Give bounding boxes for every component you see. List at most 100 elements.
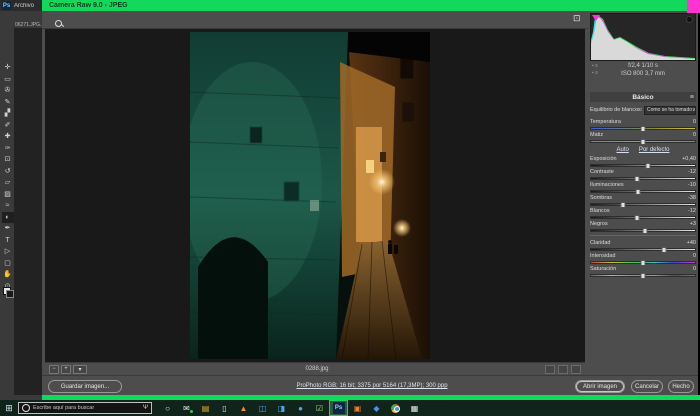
default-link[interactable]: Por defecto (639, 147, 670, 153)
done-button[interactable]: Hecho (668, 380, 694, 393)
recording-marker (687, 0, 700, 13)
eraser-tool[interactable]: ▱ (2, 177, 14, 189)
slider-track[interactable] (590, 274, 696, 277)
cortana-circle-icon (22, 404, 30, 412)
taskbar-explorer-icon[interactable]: ▤ (196, 400, 215, 416)
fullscreen-toggle-icon[interactable]: ⊡ (573, 13, 581, 24)
save-image-button[interactable]: Guardar imagen... (48, 380, 122, 393)
cancel-button[interactable]: Cancelar (631, 380, 663, 393)
background-color-swatch[interactable] (6, 290, 14, 298)
zoom-in-button[interactable]: + (61, 365, 71, 374)
view-settings-icon[interactable] (571, 365, 581, 374)
slider-knob[interactable] (641, 273, 646, 279)
photo-preview[interactable] (190, 32, 430, 359)
hand-tool[interactable]: ✋ (2, 269, 14, 281)
notification-badge (190, 410, 193, 413)
slider-row: Saturación0 (590, 265, 696, 278)
shape-tool[interactable]: ▢ (2, 258, 14, 270)
slider-knob[interactable] (643, 228, 648, 234)
taskbar-app-blue2-icon[interactable]: ◨ (272, 400, 291, 416)
quick-selection-tool[interactable]: ✎ (2, 97, 14, 109)
auto-link[interactable]: Auto (616, 147, 628, 153)
photoshop-tile-icon: Ps (333, 402, 345, 414)
healing-brush-tool[interactable]: ✚ (2, 131, 14, 143)
exif-aperture-shutter: f/2,4 1/10 s (590, 62, 696, 70)
open-image-button[interactable]: Abrir imagen (575, 380, 625, 393)
slider-row: Iluminaciones-10 (590, 181, 696, 194)
chrome-logo-icon (391, 404, 400, 413)
taskbar-chrome-icon[interactable] (386, 400, 405, 416)
zoom-out-button[interactable]: − (49, 365, 59, 374)
slider-track[interactable] (590, 229, 696, 232)
exif-info: f/2,4 1/10 s ISO 800 3,7 mm (590, 62, 696, 79)
gradient-tool[interactable]: ▨ (2, 189, 14, 201)
slider-track[interactable] (590, 216, 696, 219)
taskbar-app-blue1-icon[interactable]: ◫ (253, 400, 272, 416)
slider-row: Temperatura0 (590, 118, 696, 131)
slider-row: Exposición+0,40 (590, 155, 696, 168)
swap-views-icon[interactable] (558, 365, 568, 374)
system-tray (660, 400, 696, 416)
slider-track[interactable] (590, 177, 696, 180)
slider-track[interactable] (590, 261, 696, 264)
slider-track[interactable] (590, 248, 696, 251)
taskbar-cortana-icon[interactable]: ○ (158, 400, 177, 416)
start-button[interactable]: ⊞ (0, 400, 18, 416)
marquee-tool[interactable]: ▭ (2, 74, 14, 86)
white-balance-value: Como se ha tomado (647, 107, 692, 113)
filename-label: 0288.jpg (89, 366, 545, 372)
taskbar-todo-icon[interactable]: ☑ (310, 400, 329, 416)
taskbar-vlc-icon[interactable]: ▲ (234, 400, 253, 416)
before-after-view-icon[interactable] (545, 365, 555, 374)
mic-icon[interactable]: Ψ (143, 405, 148, 411)
type-tool[interactable]: T (2, 235, 14, 247)
photoshop-canvas (14, 28, 42, 395)
panel-divider (590, 235, 696, 236)
slider-track[interactable] (590, 164, 696, 167)
taskbar-photoshop-icon[interactable]: Ps (329, 400, 348, 416)
slider-row: Matiz0 (590, 131, 696, 144)
eyedropper-tool[interactable]: ✐ (2, 120, 14, 132)
blur-tool[interactable]: ≈ (2, 200, 14, 212)
histogram[interactable] (590, 13, 696, 61)
color-swatches[interactable] (3, 287, 13, 297)
taskbar-app-orange-icon[interactable]: ▣ (348, 400, 367, 416)
camera-raw-titlebar[interactable]: Camera Raw 9.0 - JPEG (42, 0, 700, 11)
taskbar-mail-icon[interactable]: ✉ (177, 400, 196, 416)
slider-track[interactable] (590, 203, 696, 206)
menu-archivo[interactable]: Archivo (14, 3, 34, 9)
clone-stamp-tool[interactable]: ⊡ (2, 154, 14, 166)
lasso-tool[interactable]: ✇ (2, 85, 14, 97)
shadow-clipping-indicator[interactable] (592, 15, 600, 21)
slider-row: Blancos-12 (590, 207, 696, 220)
taskbar-edge-icon[interactable]: ● (291, 400, 310, 416)
panel-menu-icon[interactable]: ≡ (690, 94, 694, 101)
photoshop-toolbar: ✛▭✇✎▞✐✚✑⊡↺▱▨≈◐✒T▷▢✋⊙ (1, 62, 14, 292)
slider-row: Sombras-38 (590, 194, 696, 207)
zoom-level-select[interactable]: ▾ (73, 365, 87, 374)
viewer-status-bar: − + ▾ 0288.jpg (45, 362, 585, 375)
dialog-footer: Guardar imagen... ProPhoto RGB; 16 bit; … (42, 375, 698, 396)
pen-tool[interactable]: ✒ (2, 223, 14, 235)
history-brush-tool[interactable]: ↺ (2, 166, 14, 178)
taskbar-search[interactable]: Escribe aquí para buscar Ψ (18, 402, 152, 414)
taskbar-notepad-icon[interactable]: ▯ (215, 400, 234, 416)
taskbar-apps: ○✉▤▯▲◫◨●☑ Ps▣◆ ▦ (158, 400, 424, 416)
taskbar-photos-icon[interactable]: ▦ (405, 400, 424, 416)
brush-tool[interactable]: ✑ (2, 143, 14, 155)
slider-knob[interactable] (641, 139, 646, 145)
highlight-clipping-indicator[interactable] (686, 16, 693, 23)
workflow-options-link[interactable]: ProPhoto RGB; 16 bit; 3375 por 5164 (17,… (222, 383, 522, 389)
white-balance-label: Equilibrio de blancos: (590, 107, 642, 113)
white-balance-row: Equilibrio de blancos: Como se ha tomado… (590, 104, 696, 116)
slider-track[interactable] (590, 127, 696, 130)
windows-taskbar: ⊞ Escribe aquí para buscar Ψ ○✉▤▯▲◫◨●☑ Ps… (0, 400, 700, 416)
slider-track[interactable] (590, 140, 696, 143)
dodge-tool[interactable]: ◐ (2, 212, 14, 224)
path-selection-tool[interactable]: ▷ (2, 246, 14, 258)
crop-tool[interactable]: ▞ (2, 108, 14, 120)
move-tool[interactable]: ✛ (2, 62, 14, 74)
slider-track[interactable] (590, 190, 696, 193)
taskbar-app-diamond-icon[interactable]: ◆ (367, 400, 386, 416)
white-balance-select[interactable]: Como se ha tomado ∨ (644, 106, 696, 115)
